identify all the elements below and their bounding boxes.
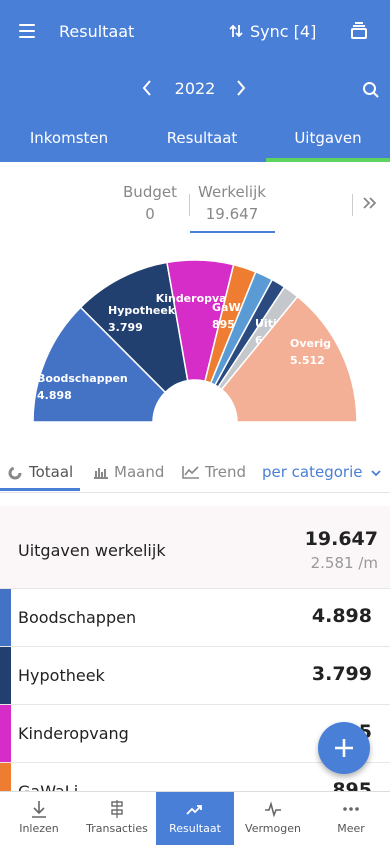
budget-toggle[interactable]: Budget 0 bbox=[118, 183, 182, 223]
top-bar: Resultaat Sync [4] bbox=[0, 0, 390, 62]
sync-arrows-icon[interactable] bbox=[228, 23, 244, 39]
nav-label: Transacties bbox=[86, 822, 148, 835]
category-label: Kinderopvang bbox=[18, 724, 129, 743]
hamburger-menu-icon[interactable] bbox=[19, 24, 35, 38]
line-chart-icon bbox=[182, 466, 199, 479]
search-icon[interactable] bbox=[362, 81, 380, 99]
plus-icon bbox=[335, 739, 353, 757]
category-color-bar bbox=[0, 647, 11, 704]
category-value: 3.799 bbox=[311, 663, 372, 685]
tab-totaal[interactable]: Totaal bbox=[29, 463, 73, 481]
nav-label: Meer bbox=[337, 822, 365, 835]
sync-button[interactable]: Sync [4] bbox=[250, 22, 316, 41]
nav-vermogen[interactable]: Vermogen bbox=[234, 792, 312, 845]
category-color-bar bbox=[0, 589, 11, 646]
nav-resultaat[interactable]: Resultaat bbox=[156, 792, 234, 845]
app-title: Resultaat bbox=[59, 22, 135, 41]
total-row[interactable]: Uitgaven werkelijk 19.647 2.581 /m bbox=[0, 506, 390, 589]
actual-label: Werkelijk bbox=[198, 183, 266, 201]
expense-half-donut-chart: Boodschappen4.898Hypotheek3.799Kinderopv… bbox=[32, 259, 358, 423]
divider bbox=[352, 194, 353, 216]
bottom-navigation: Inlezen Transacties Resultaat Vermogen M… bbox=[0, 791, 390, 845]
chart-slice-value: 5.512 bbox=[290, 354, 325, 367]
category-color-bar bbox=[0, 705, 11, 762]
bar-chart-icon bbox=[94, 468, 108, 479]
chart-slice-value: 895 bbox=[212, 318, 235, 331]
chart-slice-value: 4.898 bbox=[37, 389, 72, 402]
per-category-dropdown[interactable]: per categorie bbox=[262, 463, 381, 481]
per-category-label: per categorie bbox=[262, 463, 363, 481]
total-value: 19.647 bbox=[304, 528, 378, 550]
list-item[interactable]: Hypotheek 3.799 bbox=[0, 647, 390, 705]
chevron-right-icon[interactable] bbox=[234, 79, 248, 97]
nav-label: Inlezen bbox=[19, 822, 59, 835]
tab-uitgaven[interactable]: Uitgaven bbox=[266, 120, 390, 162]
budget-value: 0 bbox=[145, 205, 155, 223]
chevron-down-icon bbox=[371, 470, 381, 477]
year-label: 2022 bbox=[174, 79, 216, 98]
nav-transacties[interactable]: Transacties bbox=[78, 792, 156, 845]
chart-slice-label: Overig bbox=[290, 337, 331, 350]
main-tabs: Inkomsten Resultaat Uitgaven bbox=[0, 120, 390, 162]
tab-inkomsten[interactable]: Inkomsten bbox=[4, 120, 134, 162]
chevron-left-icon[interactable] bbox=[140, 79, 154, 97]
donut-chart-icon bbox=[8, 466, 22, 480]
stack-icon[interactable] bbox=[350, 21, 368, 41]
nav-label: Vermogen bbox=[245, 822, 301, 835]
nav-label: Resultaat bbox=[169, 822, 221, 835]
add-button[interactable] bbox=[318, 722, 370, 774]
total-per-month: 2.581 /m bbox=[310, 554, 378, 572]
category-label: Hypotheek bbox=[18, 666, 105, 685]
chart-slice-value: 3.799 bbox=[108, 321, 143, 334]
pulse-icon bbox=[265, 801, 281, 818]
double-chevron-right-icon[interactable] bbox=[362, 196, 378, 210]
budget-label: Budget bbox=[123, 183, 177, 201]
chart-slice-label: Hypotheek bbox=[108, 304, 176, 317]
total-label: Uitgaven werkelijk bbox=[18, 541, 166, 560]
app-header: Resultaat Sync [4] 2022 Inkomsten Result… bbox=[0, 0, 390, 162]
actual-toggle[interactable]: Werkelijk 19.647 bbox=[194, 183, 270, 223]
list-item[interactable]: Boodschappen 4.898 bbox=[0, 589, 390, 647]
category-label: Boodschappen bbox=[18, 608, 137, 627]
trending-up-icon bbox=[186, 805, 202, 815]
year-selector: 2022 bbox=[0, 70, 390, 110]
actual-selected-indicator bbox=[190, 231, 275, 233]
more-dots-icon bbox=[343, 807, 359, 811]
totaal-selected-indicator bbox=[0, 488, 80, 491]
nav-meer[interactable]: Meer bbox=[312, 792, 390, 845]
divider bbox=[0, 492, 390, 493]
chart-slice-label: Boodschappen bbox=[37, 372, 128, 385]
divider bbox=[189, 194, 190, 216]
tab-trend[interactable]: Trend bbox=[205, 463, 246, 481]
tab-resultaat[interactable]: Resultaat bbox=[137, 120, 267, 162]
nav-inlezen[interactable]: Inlezen bbox=[0, 792, 78, 845]
transactions-icon bbox=[111, 800, 123, 818]
category-value: 4.898 bbox=[311, 605, 372, 627]
tab-maand[interactable]: Maand bbox=[114, 463, 164, 481]
download-icon bbox=[32, 801, 46, 818]
actual-value: 19.647 bbox=[205, 205, 259, 223]
